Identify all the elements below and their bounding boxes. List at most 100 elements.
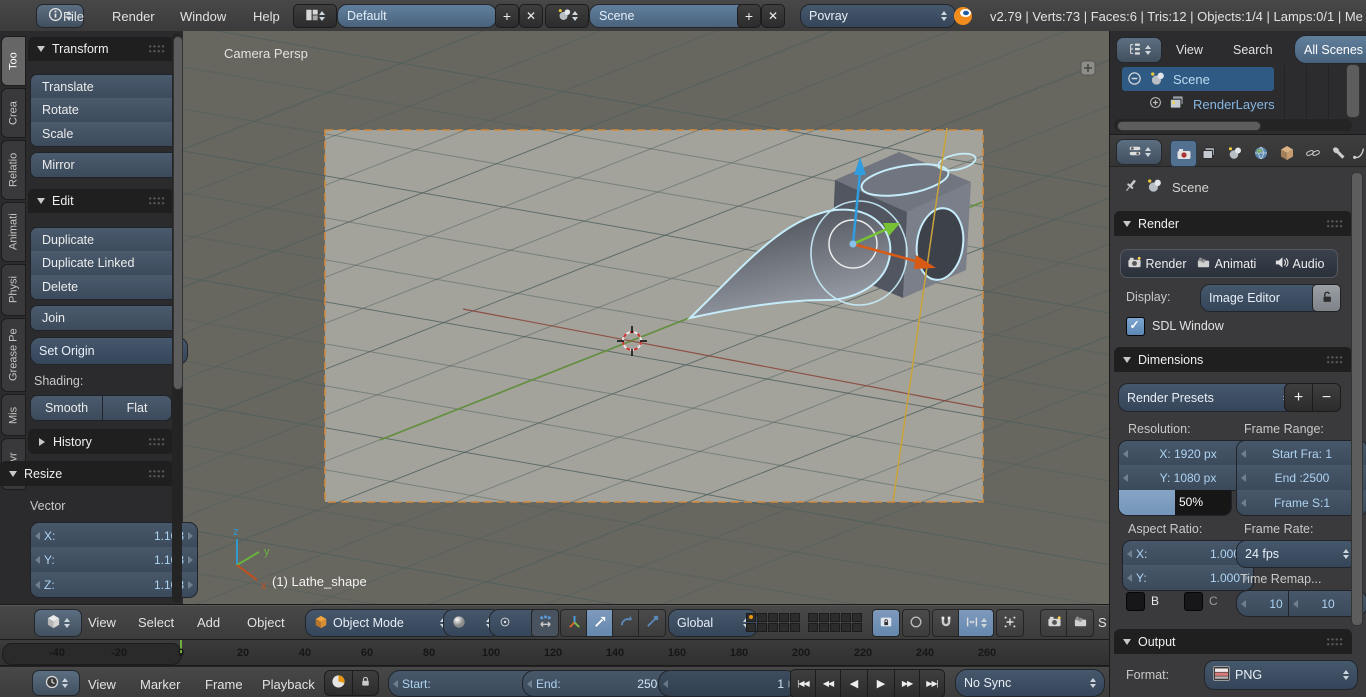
- snap-magnet-button[interactable]: [932, 609, 960, 637]
- join-button[interactable]: Join: [30, 305, 183, 331]
- viewport-corner-widget[interactable]: [1081, 61, 1095, 75]
- shade-smooth-button[interactable]: Smooth: [30, 395, 103, 421]
- shelf-tab-animation[interactable]: Animati: [1, 202, 26, 262]
- playback-realtime-button[interactable]: [324, 670, 353, 696]
- pin-icon[interactable]: [1122, 177, 1139, 197]
- scene-selector[interactable]: [545, 4, 589, 28]
- prev-keyframe-button[interactable]: ◀◀: [815, 669, 841, 697]
- render-still-button[interactable]: Render: [1120, 249, 1193, 278]
- manipulator-toggle-button[interactable]: [531, 609, 559, 637]
- dimensions-panel-header[interactable]: Dimensions: [1114, 347, 1352, 372]
- render-audio-button[interactable]: Audio: [1261, 249, 1338, 278]
- outliner-item-render-layers[interactable]: RenderLayers: [1193, 97, 1281, 112]
- editor-type-timeline-button[interactable]: [32, 670, 80, 696]
- outliner-vscrollbar-thumb[interactable]: [1346, 64, 1360, 118]
- snap-target-button[interactable]: [996, 609, 1024, 637]
- add-scene-button[interactable]: +: [737, 4, 761, 28]
- play-reverse-button[interactable]: ◀: [840, 669, 868, 697]
- tab-world[interactable]: [1248, 140, 1273, 165]
- current-frame-field[interactable]: 1: [658, 670, 798, 697]
- end-frame-field-props[interactable]: End :2500: [1236, 465, 1366, 491]
- manipulator-translate-button[interactable]: [586, 609, 614, 637]
- aspect-y-field[interactable]: Y:1.000: [1122, 565, 1254, 591]
- scale-button[interactable]: Scale: [30, 122, 183, 147]
- render-presets-dropdown[interactable]: Render Presets: [1118, 383, 1298, 412]
- render-animation-button[interactable]: Animati: [1191, 249, 1262, 278]
- layers-widget-2[interactable]: [808, 613, 862, 632]
- tab-render[interactable]: [1170, 140, 1197, 167]
- menu-search[interactable]: Search: [1233, 43, 1273, 57]
- duplicate-linked-button[interactable]: Duplicate Linked: [30, 251, 183, 276]
- outliner-filter-dropdown[interactable]: All Scenes: [1294, 35, 1366, 64]
- render-engine-dropdown[interactable]: Povray: [800, 4, 956, 28]
- lock-frame-button[interactable]: [352, 670, 379, 696]
- sdl-window-checkbox[interactable]: [1126, 317, 1145, 336]
- menu-file[interactable]: File: [63, 9, 84, 24]
- panel-grip-icon[interactable]: [1326, 219, 1343, 229]
- end-frame-field[interactable]: End:2500: [522, 670, 678, 697]
- add-layout-button[interactable]: +: [495, 4, 519, 28]
- border-checkbox[interactable]: [1126, 592, 1145, 611]
- tab-modifiers[interactable]: [1326, 140, 1351, 165]
- frame-step-field[interactable]: Frame S:1: [1236, 490, 1366, 516]
- duplicate-button[interactable]: Duplicate: [30, 227, 183, 253]
- delete-scene-button[interactable]: ✕: [761, 4, 785, 28]
- properties-vscrollbar-thumb[interactable]: [1351, 172, 1363, 626]
- jump-to-end-button[interactable]: ▶▶|: [919, 669, 945, 697]
- display-lock-button[interactable]: [1312, 284, 1341, 312]
- panel-grip-icon[interactable]: [148, 44, 165, 54]
- proportional-edit-button[interactable]: [902, 609, 930, 637]
- layers-widget-1[interactable]: [746, 613, 800, 632]
- transform-orientation-dropdown[interactable]: Global: [668, 609, 758, 637]
- shade-flat-button[interactable]: Flat: [102, 395, 172, 421]
- menu-frame[interactable]: Frame: [205, 677, 243, 692]
- panel-grip-icon[interactable]: [148, 196, 165, 206]
- shelf-tab-misc[interactable]: Mis: [1, 394, 26, 436]
- shelf-tab-create[interactable]: Crea: [1, 88, 26, 138]
- tab-constraints[interactable]: [1300, 140, 1325, 165]
- file-format-dropdown[interactable]: PNG: [1204, 660, 1358, 690]
- outliner-hscrollbar-thumb[interactable]: [1117, 121, 1261, 131]
- history-panel-header[interactable]: History: [28, 429, 174, 454]
- editor-type-properties-button[interactable]: [1116, 139, 1162, 165]
- frame-rate-dropdown[interactable]: 24 fps: [1236, 540, 1358, 568]
- start-frame-field[interactable]: Start:1: [388, 670, 544, 697]
- crop-checkbox[interactable]: [1184, 592, 1203, 611]
- edit-panel-header[interactable]: Edit: [28, 189, 174, 213]
- menu-marker[interactable]: Marker: [140, 677, 180, 692]
- panel-grip-icon[interactable]: [1326, 637, 1343, 647]
- aspect-x-field[interactable]: X:1.000: [1122, 540, 1254, 567]
- delete-button[interactable]: Delete: [30, 275, 183, 300]
- play-button[interactable]: ▶: [867, 669, 895, 697]
- translate-button[interactable]: Translate: [30, 74, 183, 100]
- menu-view[interactable]: View: [88, 677, 116, 692]
- tool-shelf-scrollbar-thumb[interactable]: [173, 36, 183, 390]
- add-preset-button[interactable]: +: [1284, 383, 1313, 412]
- manipulator-rotate-button[interactable]: [612, 609, 640, 637]
- tab-object-data[interactable]: [1352, 140, 1366, 165]
- menu-object[interactable]: Object: [247, 615, 285, 630]
- screen-layout-name-field[interactable]: Default: [337, 4, 497, 28]
- remove-preset-button[interactable]: −: [1312, 383, 1341, 412]
- tab-object[interactable]: [1274, 140, 1299, 165]
- output-panel-header[interactable]: Output: [1114, 629, 1352, 654]
- collapse-minus-icon[interactable]: [1127, 71, 1142, 89]
- tab-scene[interactable]: [1222, 140, 1247, 165]
- mode-dropdown[interactable]: Object Mode: [305, 609, 455, 637]
- panel-grip-icon[interactable]: [148, 469, 165, 479]
- sync-mode-dropdown[interactable]: No Sync: [955, 669, 1105, 697]
- outliner-item-scene[interactable]: Scene: [1173, 72, 1210, 87]
- menu-view[interactable]: View: [88, 615, 116, 630]
- manipulator-axes-button[interactable]: [560, 609, 588, 637]
- menu-playback[interactable]: Playback: [262, 677, 315, 692]
- 3d-viewport[interactable]: z y x: [183, 31, 1110, 605]
- menu-help[interactable]: Help: [253, 9, 280, 24]
- resize-panel-header[interactable]: Resize: [0, 461, 174, 486]
- editor-type-3dview-button[interactable]: [34, 609, 82, 637]
- shelf-tab-relations[interactable]: Relatio: [1, 140, 26, 200]
- tab-render-layers[interactable]: [1196, 140, 1221, 165]
- menu-add[interactable]: Add: [197, 615, 220, 630]
- rotate-button[interactable]: Rotate: [30, 98, 183, 123]
- next-keyframe-button[interactable]: ▶▶: [894, 669, 920, 697]
- menu-view[interactable]: View: [1176, 43, 1203, 57]
